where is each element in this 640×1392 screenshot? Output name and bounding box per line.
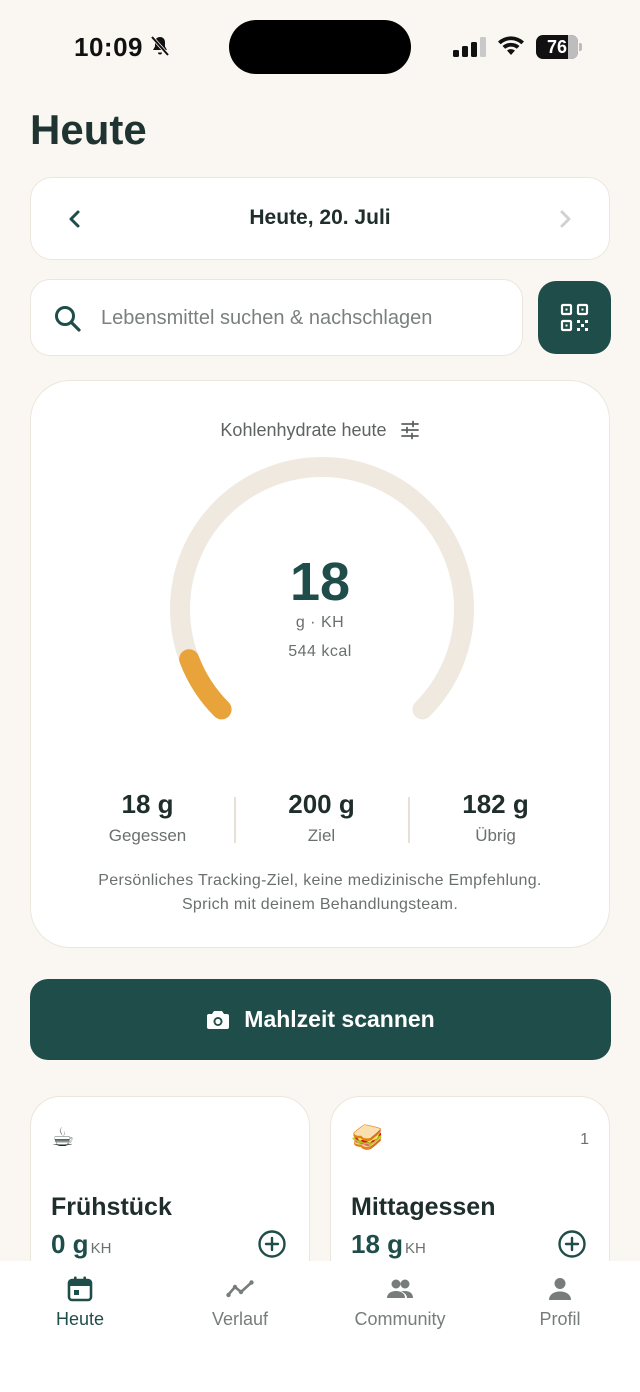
cell-signal-icon (453, 37, 486, 57)
tab-label: Verlauf (211, 1309, 269, 1329)
barcode-scan-button[interactable] (538, 281, 611, 354)
meal-amount-unit: KH (90, 1240, 112, 1257)
status-time: 10:09 (74, 32, 143, 62)
carb-stats: 18 g Gegessen 200 g Ziel 182 g Übrig (61, 789, 581, 859)
coffee-icon: ☕ (51, 1123, 75, 1153)
carb-value: 18 (289, 552, 351, 612)
stat-label: Ziel (307, 826, 336, 845)
meal-name: Mittagessen (351, 1193, 496, 1221)
carb-summary-card: Kohlenhydrate heute 18 g · KH 544 kcal 1… (30, 380, 610, 948)
bell-muted-icon (150, 35, 170, 57)
camera-icon (207, 1010, 230, 1029)
date-label: Heute, 20. Juli (249, 206, 391, 229)
search-input[interactable] (101, 300, 511, 336)
tab-label: Profil (539, 1309, 581, 1329)
search-box (30, 279, 523, 356)
tab-label: Community (354, 1309, 446, 1329)
stat-value: 18 g (121, 789, 174, 819)
status-bar: 10:09 76 (0, 0, 640, 96)
stat-label: Gegessen (108, 826, 187, 845)
tab-heute[interactable]: Heute (0, 1261, 160, 1361)
meal-amount: 18 g KH (351, 1229, 426, 1260)
scan-meal-label: Mahlzeit scannen (244, 1006, 435, 1032)
chevron-right-icon[interactable] (555, 205, 575, 233)
meal-amount-unit: KH (405, 1240, 426, 1257)
date-navigator: Heute, 20. Juli (30, 177, 610, 260)
tab-label: Heute (55, 1309, 105, 1329)
meal-amount-value: 0 g (51, 1229, 89, 1259)
person-icon (549, 1278, 571, 1300)
wifi-icon (498, 36, 524, 55)
kcal-value: 544 kcal (288, 643, 352, 660)
tab-profil[interactable]: Profil (480, 1261, 640, 1361)
qr-code-icon (560, 303, 589, 332)
trend-icon (226, 1280, 254, 1298)
page-title: Heute (30, 106, 147, 153)
search-icon (55, 306, 81, 332)
adjust-settings-icon[interactable] (400, 420, 420, 440)
battery-icon: 76 (536, 35, 582, 59)
disclaimer: Persönliches Tracking-Ziel, keine medizi… (51, 869, 589, 917)
meal-amount: 0 g KH (51, 1229, 111, 1260)
carb-unit: g · KH (295, 614, 345, 631)
stat-value: 200 g (288, 789, 355, 819)
carb-card-header: Kohlenhydrate heute (31, 419, 609, 441)
disclaimer-line: Persönliches Tracking-Ziel, keine medizi… (98, 872, 542, 889)
gauge-fill (179, 649, 232, 720)
stat-label: Übrig (475, 826, 516, 845)
meal-count: 1 (580, 1131, 589, 1148)
add-circle-icon[interactable] (257, 1229, 287, 1259)
tab-bar: Heute Verlauf Community Profil (0, 1261, 640, 1392)
dynamic-island (229, 20, 411, 74)
add-circle-icon[interactable] (557, 1229, 587, 1259)
stat-value: 182 g (462, 789, 529, 819)
scan-meal-button[interactable]: Mahlzeit scannen (30, 979, 611, 1060)
stat-remaining: 182 g Übrig (409, 789, 582, 846)
sandwich-icon: 🥪 (351, 1123, 384, 1153)
calendar-icon (67, 1276, 93, 1302)
disclaimer-line: Sprich mit deinem Behandlungsteam. (181, 896, 459, 913)
meal-amount-value: 18 g (351, 1229, 404, 1259)
tab-community[interactable]: Community (320, 1261, 480, 1361)
carb-card-label: Kohlenhydrate heute (220, 419, 387, 440)
people-icon (387, 1279, 413, 1298)
stat-eaten: 18 g Gegessen (61, 789, 234, 846)
stat-goal: 200 g Ziel (235, 789, 408, 846)
tab-verlauf[interactable]: Verlauf (160, 1261, 320, 1361)
meal-name: Frühstück (51, 1193, 172, 1221)
